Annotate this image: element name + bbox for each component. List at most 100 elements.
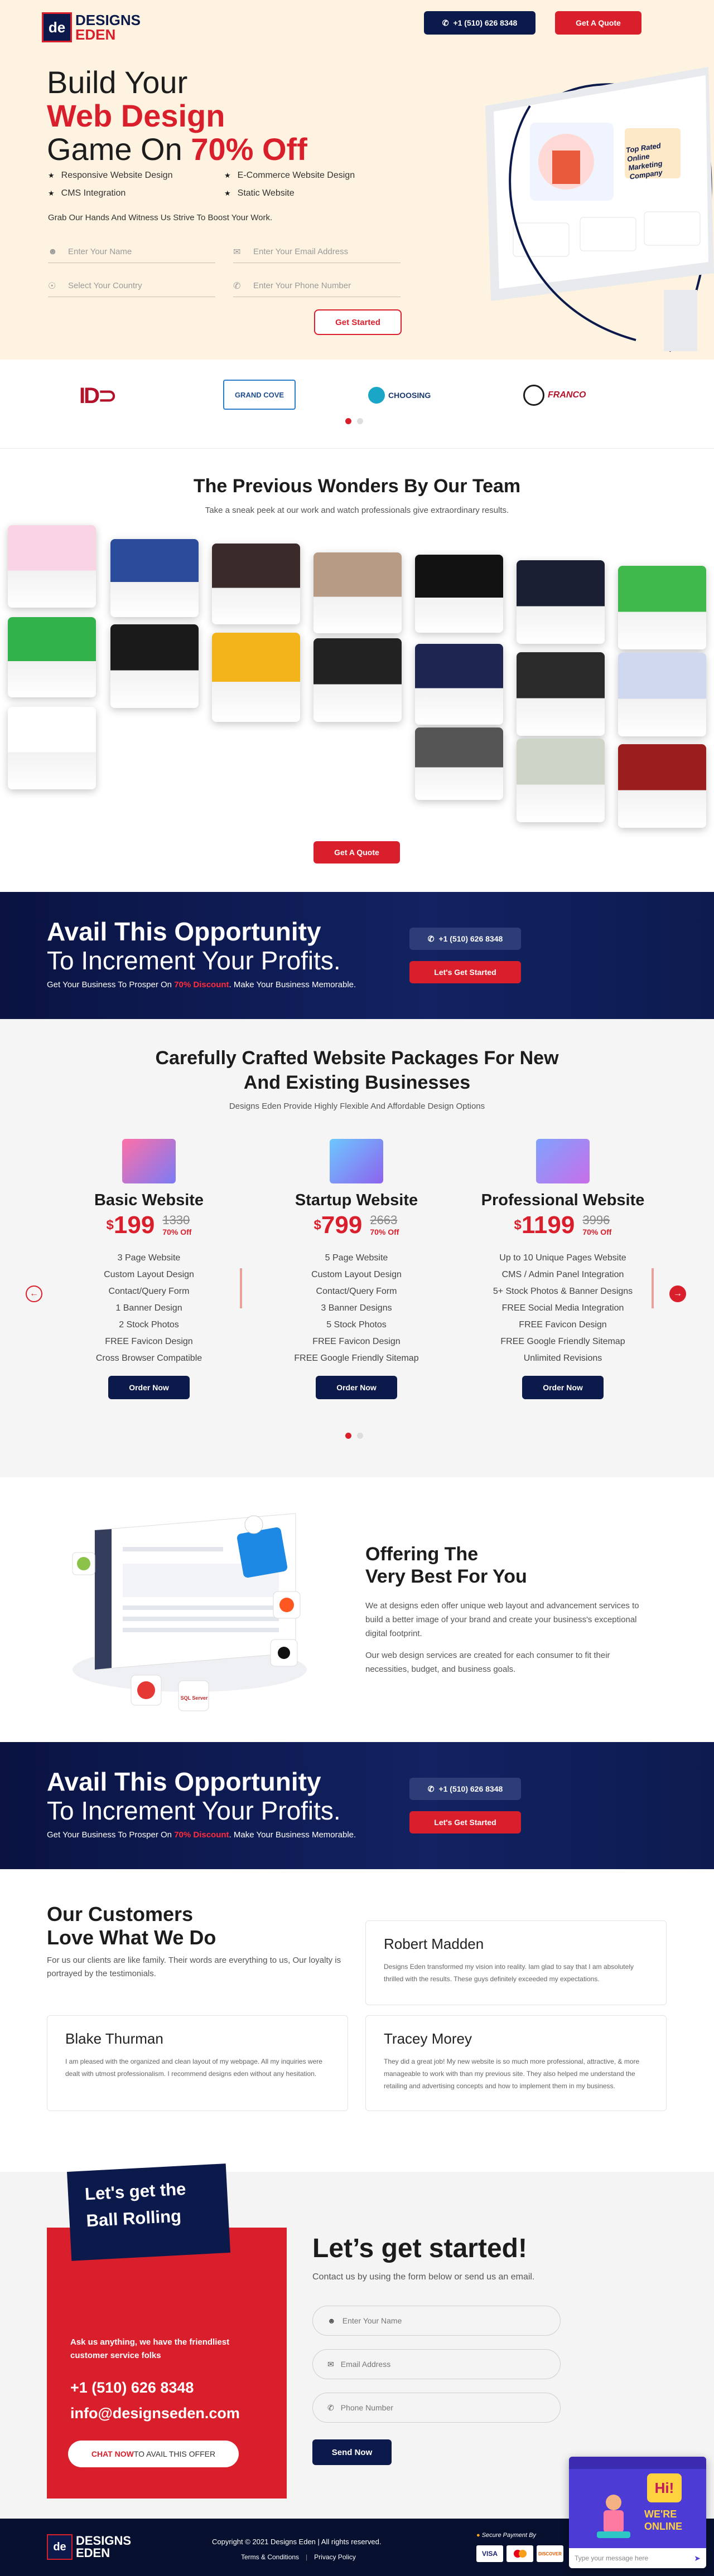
package-old-price: 2663: [370, 1213, 398, 1227]
contact-ask: Ask us anything, we have the friendliest…: [70, 2337, 230, 2360]
phone-icon: ✆: [427, 1784, 435, 1793]
package-discount: 70% Off: [370, 1228, 399, 1236]
hero-monitor-illustration: Top Rated Online Marketing Company: [430, 39, 714, 360]
get-quote-button[interactable]: Get A Quote: [555, 11, 641, 35]
send-now-button[interactable]: Send Now: [312, 2439, 392, 2465]
logo-line2: EDEN: [75, 26, 116, 43]
portfolio-thumbnail[interactable]: [212, 633, 300, 722]
mastercard-icon: [506, 2545, 533, 2562]
order-now-button[interactable]: Order Now: [522, 1376, 604, 1399]
package-price: 1199: [521, 1211, 575, 1239]
portfolio-thumbnail[interactable]: [110, 539, 199, 617]
portfolio-section: The Previous Wonders By Our Team Take a …: [0, 449, 714, 892]
offering-illustration: SQL Server: [61, 1508, 312, 1720]
chat-widget-header: [569, 2457, 706, 2469]
portfolio-thumbnail[interactable]: [415, 727, 503, 800]
chat-now-button[interactable]: CHAT NOW TO AVAIL THIS OFFER: [68, 2441, 239, 2467]
send-icon[interactable]: ➤: [694, 2554, 701, 2563]
banner-text: Get Your Business To Prosper On 70% Disc…: [47, 980, 356, 989]
packages-prev-arrow[interactable]: ←: [26, 1285, 42, 1302]
portfolio-thumbnail[interactable]: [8, 525, 96, 608]
portfolio-thumbnail[interactable]: [8, 617, 96, 697]
portfolio-thumbnail[interactable]: [8, 707, 96, 789]
portfolio-thumbnail[interactable]: [517, 652, 605, 736]
carousel-dot[interactable]: [357, 418, 363, 424]
name-field[interactable]: ☻ Enter Your Name: [48, 241, 215, 263]
packages-carousel-dots: [342, 1432, 366, 1442]
package-price-row: $1199 3996 70% Off: [514, 1211, 612, 1239]
package-price: 799: [321, 1211, 363, 1239]
package-price-row: $199 1330 70% Off: [106, 1211, 192, 1239]
phone-icon: ✆: [442, 18, 449, 27]
footer-links: Terms & Conditions | Privacy Policy: [241, 2553, 356, 2561]
offering-paragraph-2: Our web design services are created for …: [365, 1651, 610, 1674]
banner-get-started-button[interactable]: Let's Get Started: [409, 1811, 521, 1833]
order-now-button[interactable]: Order Now: [108, 1376, 190, 1399]
footer-logo[interactable]: de DESIGNS EDEN: [47, 2534, 131, 2560]
country-select[interactable]: ☉ Select Your Country: [48, 275, 215, 297]
get-started-button[interactable]: Get Started: [314, 309, 402, 335]
clients-section: ID⊃ GRAND COVE CHOOSING FRANCO: [0, 360, 714, 449]
portfolio-thumbnail[interactable]: [618, 653, 706, 736]
portfolio-quote-button[interactable]: Get A Quote: [313, 841, 400, 863]
header-phone-button[interactable]: ✆ +1 (510) 626 8348: [424, 11, 536, 35]
chat-message-input[interactable]: Type your message here ➤: [569, 2548, 706, 2568]
banner-get-started-button[interactable]: Let's Get Started: [409, 961, 521, 983]
contact-name-input[interactable]: ☻ Enter Your Name: [312, 2306, 561, 2336]
contact-phone[interactable]: +1 (510) 626 8348: [70, 2379, 194, 2396]
phone-icon: ✆: [427, 934, 435, 943]
package-name: Basic Website: [94, 1191, 204, 1209]
package-discount: 70% Off: [162, 1228, 192, 1236]
testimonials-section: Our Customers Love What We Do For us our …: [0, 1869, 714, 2172]
carousel-dot[interactable]: [357, 1433, 363, 1439]
logo-mark: de: [42, 12, 72, 42]
banner-phone-button[interactable]: ✆ +1 (510) 626 8348: [409, 1778, 521, 1800]
visa-icon: VISA: [476, 2545, 503, 2562]
user-icon: ☻: [48, 246, 57, 256]
terms-link[interactable]: Terms & Conditions: [241, 2553, 299, 2561]
package-name: Startup Website: [295, 1191, 418, 1209]
phone-field[interactable]: ✆ Enter Your Phone Number: [233, 275, 401, 297]
portfolio-thumbnail[interactable]: [313, 552, 402, 633]
packages-next-arrow[interactable]: →: [669, 1285, 686, 1302]
portfolio-thumbnail[interactable]: [313, 638, 402, 722]
package-card: Professional Website $1199 3996 70% Off U…: [460, 1139, 666, 1399]
brand-logo[interactable]: de DESIGNS EDEN: [42, 10, 141, 45]
portfolio-thumbnail[interactable]: [415, 644, 503, 725]
testimonial-text: Designs Eden transformed my vision into …: [384, 1963, 634, 1983]
portfolio-thumbnail[interactable]: [212, 544, 300, 624]
portfolio-thumbnail[interactable]: [110, 624, 199, 708]
logo-mark: de: [47, 2534, 73, 2560]
contact-subtitle: Contact us by using the form below or se…: [312, 2272, 535, 2282]
testimonial-name: Robert Madden: [384, 1935, 484, 1952]
banner-phone-button[interactable]: ✆ +1 (510) 626 8348: [409, 928, 521, 950]
contact-email[interactable]: info@designseden.com: [70, 2405, 240, 2422]
testimonial-name: Tracey Morey: [384, 2030, 472, 2047]
offering-title: Offering The Very Best For You: [365, 1544, 527, 1587]
contact-phone-input[interactable]: ✆ Phone Number: [312, 2393, 561, 2423]
hero-title-line3: Game On: [47, 132, 191, 167]
portfolio-thumbnail[interactable]: [618, 566, 706, 649]
carousel-dot[interactable]: [345, 1433, 351, 1439]
portfolio-thumbnail[interactable]: [517, 739, 605, 822]
testimonial-card: Robert Madden Designs Eden transformed my…: [365, 1920, 667, 2005]
user-icon: ☻: [327, 2316, 336, 2325]
packages-subtitle: Designs Eden Provide Highly Flexible And…: [229, 1102, 485, 1111]
portfolio-thumbnail[interactable]: [517, 560, 605, 644]
banner-title: Avail This Opportunity: [47, 917, 321, 946]
package-features: Up to 10 Unique Pages Website CMS / Admin…: [493, 1253, 633, 1363]
client-logo: FRANCO: [523, 384, 607, 406]
portfolio-thumbnail[interactable]: [415, 555, 503, 633]
portfolio-thumbnail[interactable]: [618, 744, 706, 828]
chat-hi-bubble: Hi!: [647, 2473, 682, 2502]
chat-widget[interactable]: Hi! WE'RE ONLINE Type your message here ➤: [569, 2457, 706, 2568]
mail-icon: ✉: [327, 2359, 334, 2369]
privacy-link[interactable]: Privacy Policy: [314, 2553, 356, 2561]
email-field[interactable]: ✉ Enter Your Email Address: [233, 241, 401, 263]
feature-item: E-Commerce Website Design: [224, 171, 355, 181]
ball-rolling-badge: Let's get the Ball Rolling: [67, 2163, 230, 2261]
order-now-button[interactable]: Order Now: [316, 1376, 397, 1399]
contact-email-input[interactable]: ✉ Email Address: [312, 2349, 561, 2379]
carousel-dot[interactable]: [345, 418, 351, 424]
package-icon: [122, 1139, 176, 1183]
